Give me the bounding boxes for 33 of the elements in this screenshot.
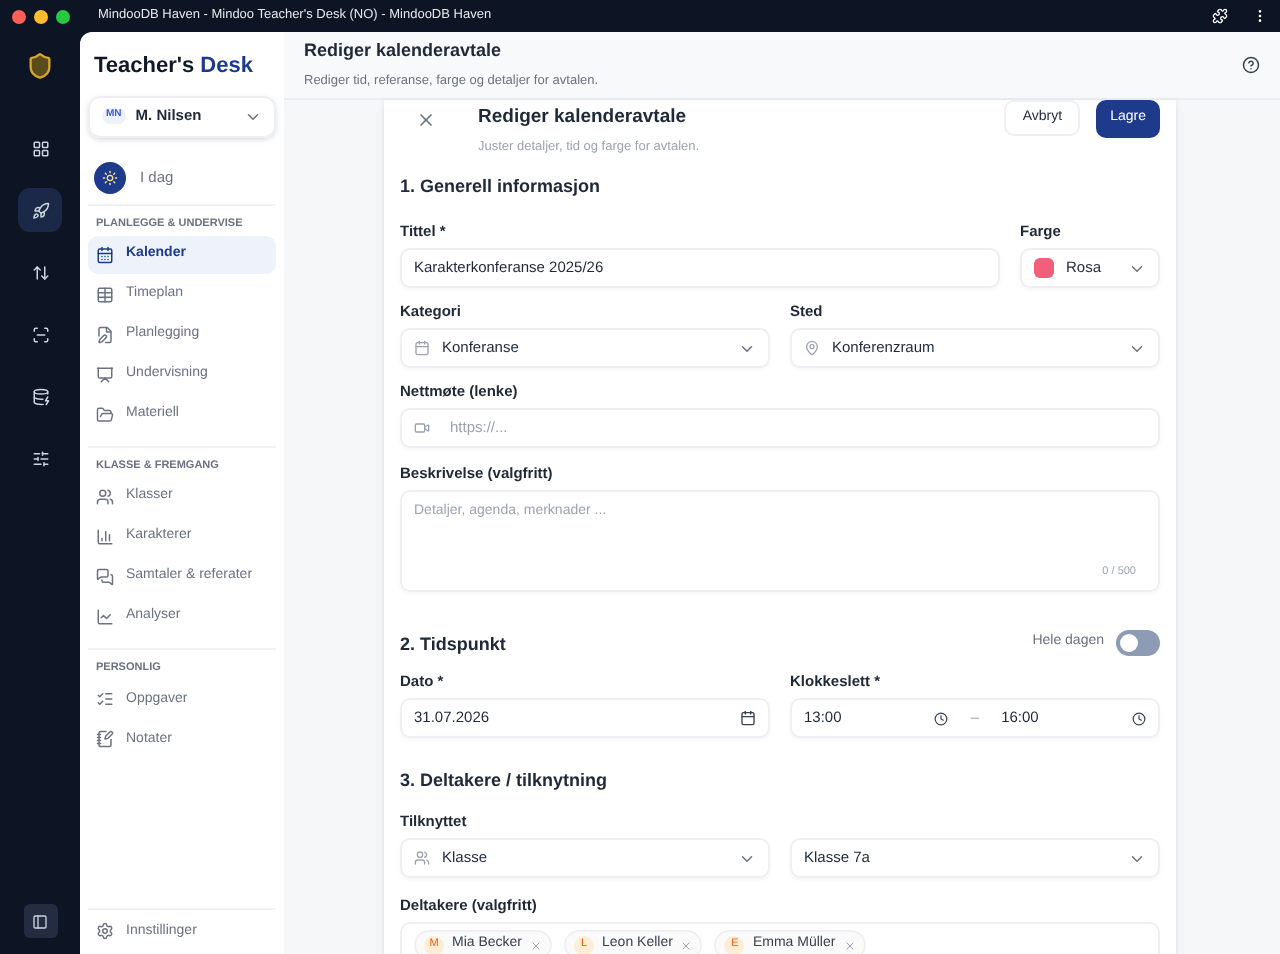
line-chart-icon [96, 608, 114, 626]
checklist-icon [96, 690, 114, 709]
dialog-title: Rediger kalenderavtale [478, 104, 689, 132]
calendar-icon [414, 340, 430, 356]
folder-icon [96, 405, 114, 424]
page-title: Rediger kalenderavtale [304, 38, 504, 65]
section-heading: 2. Tidspunkt [400, 631, 506, 655]
table-icon [96, 285, 114, 304]
pin-icon [804, 340, 820, 356]
video-icon [414, 420, 430, 436]
settings-icon [96, 922, 114, 941]
bar-chart-icon [96, 528, 114, 546]
people-icon [414, 850, 430, 866]
notebook-icon [96, 730, 114, 749]
brand-title: Teacher's Desk [92, 52, 255, 82]
all-day-toggle[interactable] [1116, 630, 1160, 656]
section-heading: 1. Generell informasjon [400, 174, 603, 198]
calendar-icon [96, 245, 114, 264]
people-icon [96, 488, 114, 506]
document-icon [96, 325, 114, 344]
help-icon[interactable] [1242, 56, 1260, 74]
clock-icon [934, 711, 949, 725]
sidebar-toggle-icon[interactable] [23, 904, 57, 938]
rocket-icon[interactable] [18, 188, 62, 232]
chat-icon [96, 568, 114, 586]
sun-icon [102, 169, 118, 185]
section-heading: 3. Deltakere / tilknytning [400, 768, 610, 792]
calendar-icon [740, 710, 756, 726]
close-icon[interactable] [416, 110, 436, 130]
extension-icon[interactable] [1212, 8, 1228, 24]
shield-logo-icon [26, 52, 54, 80]
presentation-icon [96, 365, 114, 384]
clock-icon [1131, 711, 1146, 725]
